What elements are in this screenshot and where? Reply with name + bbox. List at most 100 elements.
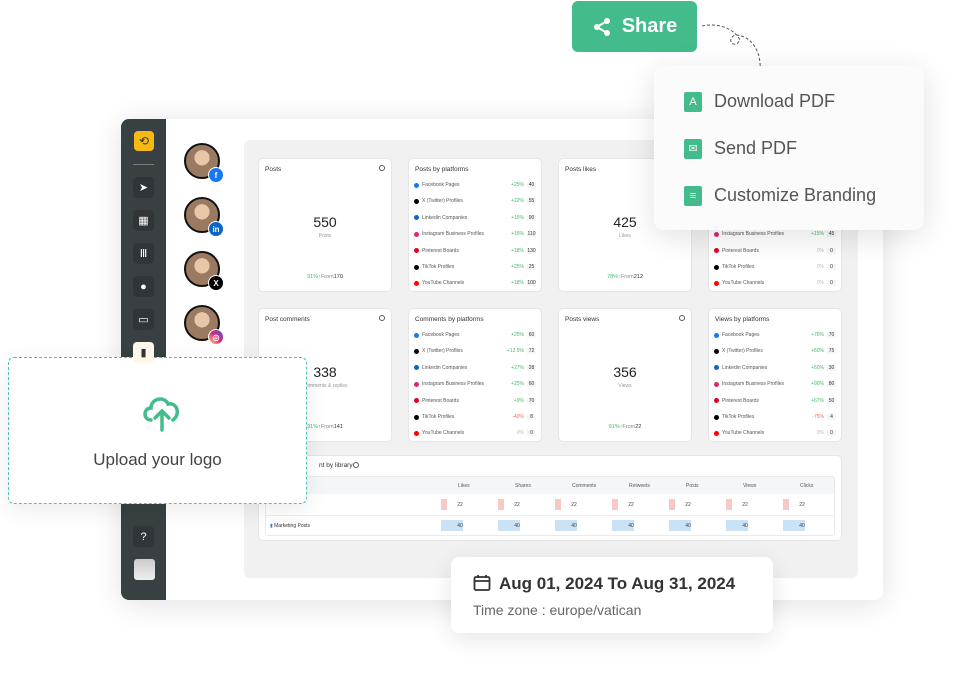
calendar-icon <box>473 575 491 591</box>
platform-name: X (Twitter) Profiles <box>422 198 463 205</box>
account-avatar-linkedin[interactable]: in <box>184 197 224 237</box>
platform-row: Linkedin Companies +50% 30 <box>714 362 836 374</box>
library-title: nt by library <box>319 462 353 469</box>
platform-row: Facebook Pages +75% 70 <box>714 329 836 341</box>
info-icon[interactable] <box>379 165 385 171</box>
share-label: Share <box>621 15 678 37</box>
platform-row: Pinterest Boards +67% 50 <box>714 395 836 407</box>
platform-name: TikTok Profiles <box>722 264 755 270</box>
platform-name: Linkedin Companies <box>722 364 768 371</box>
platform-value: 0 <box>827 247 836 254</box>
platform-row: Linkedin Companies +15% 90 <box>414 212 536 224</box>
platform-name: TikTok Profiles <box>422 264 455 270</box>
platform-icon <box>714 248 719 254</box>
platform-row: YouTube Channels +18% 100 <box>414 277 536 289</box>
from-value: 22 <box>635 424 642 430</box>
library-name[interactable]: ▮ Marketing Posts <box>270 523 310 529</box>
change-percent: 91%↑ <box>307 424 321 430</box>
platform-row: Facebook Pages +25% 60 <box>414 329 536 341</box>
platform-change: 0% <box>516 430 524 437</box>
platform-name: Instagram Business Profiles <box>422 231 484 238</box>
platform-name: YouTube Channels <box>422 280 465 287</box>
menu-item-label: Download PDF <box>714 91 836 111</box>
platform-value: 40 <box>527 182 536 188</box>
platform-value: 60 <box>527 332 536 338</box>
column-header[interactable]: Shares <box>515 483 531 489</box>
platform-row: X (Twitter) Profiles +12.5% 72 <box>414 345 536 357</box>
from-value: 141 <box>333 424 343 430</box>
platform-change: +90% <box>811 381 824 388</box>
sidebar-item-send[interactable]: ➤ <box>133 177 154 198</box>
menu-item-customize-branding[interactable]: ≡ Customize Branding <box>684 185 876 206</box>
user-icon: ● <box>140 280 147 293</box>
library-icon: Ⅲ <box>139 248 148 260</box>
platform-value: 80 <box>827 381 836 388</box>
account-avatar-x[interactable]: X <box>184 251 224 291</box>
pdf-icon: A <box>684 91 702 112</box>
library-table: Likes Shares Comments Retweets Posts Views Cli… <box>265 476 835 536</box>
platform-name: YouTube Channels <box>722 430 765 437</box>
card-title: Posts by platforms <box>415 166 469 173</box>
platform-change: 0% <box>816 247 824 254</box>
info-icon[interactable] <box>379 315 385 321</box>
column-header[interactable]: Views <box>743 483 756 489</box>
platform-change: +50% <box>811 348 824 355</box>
platform-icon <box>414 231 419 237</box>
sidebar-item-inbox[interactable]: ▭ <box>133 309 154 330</box>
platform-icon <box>414 182 419 188</box>
platform-icon <box>414 381 419 387</box>
from-value: 170 <box>333 274 343 280</box>
column-header[interactable]: Likes <box>458 483 470 489</box>
platform-value: 70 <box>827 332 836 338</box>
sidebar-item-user[interactable]: ● <box>133 276 154 297</box>
column-header[interactable]: Retweets <box>629 483 650 489</box>
account-avatar-facebook[interactable]: f <box>184 143 224 183</box>
platform-name: Pinterest Boards <box>722 397 759 404</box>
table-cell: 40 <box>799 522 805 529</box>
platform-name: X (Twitter) Profiles <box>422 348 463 355</box>
table-cell: 40 <box>457 522 463 529</box>
app-logo[interactable]: ⟲ <box>134 131 154 151</box>
platform-change: +12.5% <box>506 348 524 355</box>
table-cell: 40 <box>628 522 634 529</box>
column-header[interactable]: Posts <box>686 483 699 489</box>
account-avatar-instagram[interactable]: ◎ <box>184 305 224 345</box>
platform-icon <box>714 332 719 338</box>
linkedin-icon: in <box>208 221 224 237</box>
platform-row: X (Twitter) Profiles +50% 75 <box>714 345 836 357</box>
info-icon[interactable] <box>679 315 685 321</box>
info-icon[interactable] <box>353 462 359 468</box>
platform-name: Linkedin Companies <box>422 214 468 221</box>
branding-icon: ≡ <box>684 185 702 206</box>
upload-logo-dropzone[interactable]: Upload your logo <box>8 357 307 504</box>
sidebar-item-calendar[interactable]: ▦ <box>133 210 154 231</box>
platform-icon <box>414 332 419 338</box>
sidebar-item-help[interactable]: ? <box>133 526 154 547</box>
platform-value: 60 <box>527 381 536 388</box>
platform-change: +75% <box>811 332 824 338</box>
column-header[interactable]: Clicks <box>800 483 813 489</box>
platform-change: +25% <box>511 381 524 388</box>
platform-name: YouTube Channels <box>722 280 765 287</box>
row-divider <box>266 515 834 516</box>
platform-row: Pinterest Boards +9% 70 <box>414 395 536 407</box>
stat-value: 550 <box>313 214 337 230</box>
menu-item-send-pdf[interactable]: ✉ Send PDF <box>684 138 797 159</box>
share-button[interactable]: Share <box>572 1 697 52</box>
platform-change: -75% <box>812 414 824 420</box>
profile-thumbnail[interactable] <box>134 559 155 580</box>
menu-item-download-pdf[interactable]: A Download PDF <box>684 91 835 112</box>
platform-value: 0 <box>527 430 536 437</box>
table-cell: 22 <box>742 501 748 508</box>
table-cell: 22 <box>457 501 463 508</box>
platform-change: +25% <box>511 264 524 270</box>
table-cell: 40 <box>514 522 520 529</box>
menu-item-label: Send PDF <box>714 138 798 158</box>
date-range-card[interactable]: Aug 01, 2024 To Aug 31, 2024 Time zone :… <box>451 557 773 633</box>
sidebar-item-library[interactable]: Ⅲ <box>133 243 154 264</box>
sidebar-divider <box>133 164 154 165</box>
platform-value: 110 <box>527 231 536 238</box>
column-header[interactable]: Comments <box>572 483 596 489</box>
platform-icon <box>414 198 419 204</box>
sidebar-item-analytics[interactable]: ▮ <box>133 342 154 363</box>
